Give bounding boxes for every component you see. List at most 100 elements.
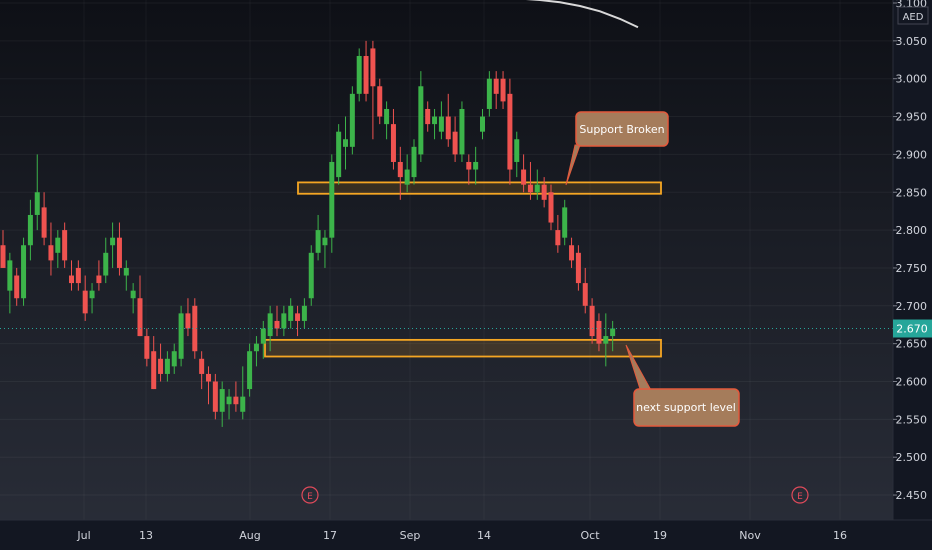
price-tick-label: 2.750 (896, 262, 928, 275)
candle-body (308, 252, 314, 299)
candle-body (206, 373, 211, 382)
candle-body (164, 358, 170, 374)
candle-body (151, 351, 157, 390)
candle-body (322, 237, 328, 246)
candle-body (267, 313, 273, 337)
candle-body (384, 108, 390, 125)
price-tick-label: 2.550 (896, 413, 928, 426)
price-tick-label: 2.950 (896, 111, 928, 124)
candle-body (445, 116, 451, 140)
candle-body (144, 336, 150, 359)
time-tick-label: Oct (580, 529, 600, 542)
candle-body (226, 396, 232, 405)
candle-body (507, 93, 513, 170)
candle-body (541, 184, 547, 200)
earnings-label: E (307, 492, 313, 502)
candle-body (240, 396, 246, 412)
candle-body (473, 161, 479, 170)
candle-body (171, 351, 177, 367)
candle-body (411, 146, 417, 178)
candle-body (438, 116, 444, 132)
candle-body (260, 328, 266, 344)
candle-body (390, 124, 396, 162)
time-tick-label: Nov (739, 529, 761, 542)
candle-body (356, 55, 362, 94)
candle-body (281, 313, 287, 329)
candle-body (370, 48, 376, 87)
candle-body (425, 108, 431, 125)
candle-body (452, 131, 458, 155)
time-tick-label: 16 (833, 529, 847, 542)
candle-body (521, 169, 527, 185)
candle-body (514, 139, 520, 162)
candle-body (14, 275, 20, 299)
candle-body (466, 161, 472, 170)
candle-body (486, 78, 492, 109)
candle-body (582, 283, 588, 306)
candle-body (288, 305, 294, 321)
time-tick-label: Sep (400, 529, 421, 542)
candle-body (130, 290, 136, 299)
candle-body (343, 139, 348, 147)
time-tick-label: 14 (477, 529, 491, 542)
chart-container[interactable]: Support Broken next support level E E 3.… (0, 0, 932, 550)
candle-body (212, 381, 218, 412)
time-tick-label: 17 (323, 529, 337, 542)
price-tick-label: 2.600 (896, 376, 928, 389)
candle-body (110, 237, 116, 246)
candle-body (589, 305, 595, 337)
candle-body (274, 320, 280, 329)
price-tick-label: 2.900 (896, 148, 928, 161)
candlestick-chart[interactable]: Support Broken next support level E E 3.… (0, 0, 932, 550)
support-zone (264, 338, 662, 358)
price-tick-label: 2.650 (896, 338, 928, 351)
candle-body (301, 305, 307, 321)
callout-label: next support level (636, 401, 736, 414)
candle-body (219, 389, 225, 412)
candle-body (82, 290, 88, 314)
candle-body (493, 78, 499, 94)
candle-body (27, 214, 33, 246)
candle-body (548, 192, 554, 223)
candle-body (329, 161, 335, 238)
last-price-label: 2.670 (896, 323, 928, 336)
candle-body (432, 116, 438, 125)
price-tick-label: 2.800 (896, 224, 928, 237)
candle-body (397, 161, 403, 178)
candle-body (55, 237, 61, 253)
candle-body (459, 108, 465, 155)
candle-body (247, 351, 253, 390)
candle-body (123, 267, 129, 276)
time-tick-label: 19 (653, 529, 667, 542)
time-tick-label: Jul (76, 529, 90, 542)
chart-background (0, 0, 932, 550)
time-tick-label: 13 (139, 529, 153, 542)
candle-body (199, 358, 205, 374)
candle-body (315, 230, 321, 253)
price-axis-ticks: 3.1003.0503.0002.9502.9002.8502.8002.750… (893, 0, 927, 540)
time-tick-label: Aug (239, 529, 260, 542)
candle-body (48, 245, 54, 261)
candle-body (349, 93, 355, 147)
candle-body (0, 245, 6, 268)
candle-body (233, 396, 239, 405)
candle-body (253, 343, 259, 352)
candle-body (89, 290, 95, 299)
candle-body (21, 245, 27, 299)
price-tick-label: 2.500 (896, 451, 928, 464)
price-tick-label: 3.050 (896, 35, 928, 48)
candle-body (500, 78, 506, 102)
candle-body (137, 298, 143, 337)
candle-body (69, 275, 74, 284)
candle-body (295, 313, 301, 321)
resistance-zone (297, 181, 662, 195)
candle-body (534, 184, 540, 193)
last-price-tag: 2.670 (893, 319, 932, 338)
candle-body (7, 260, 13, 291)
candle-body (34, 192, 40, 215)
candle-body (336, 131, 342, 178)
price-tick-label: 2.450 (896, 489, 928, 502)
earnings-label: E (797, 492, 803, 502)
candle-body (562, 207, 568, 238)
candle-body (603, 336, 609, 344)
